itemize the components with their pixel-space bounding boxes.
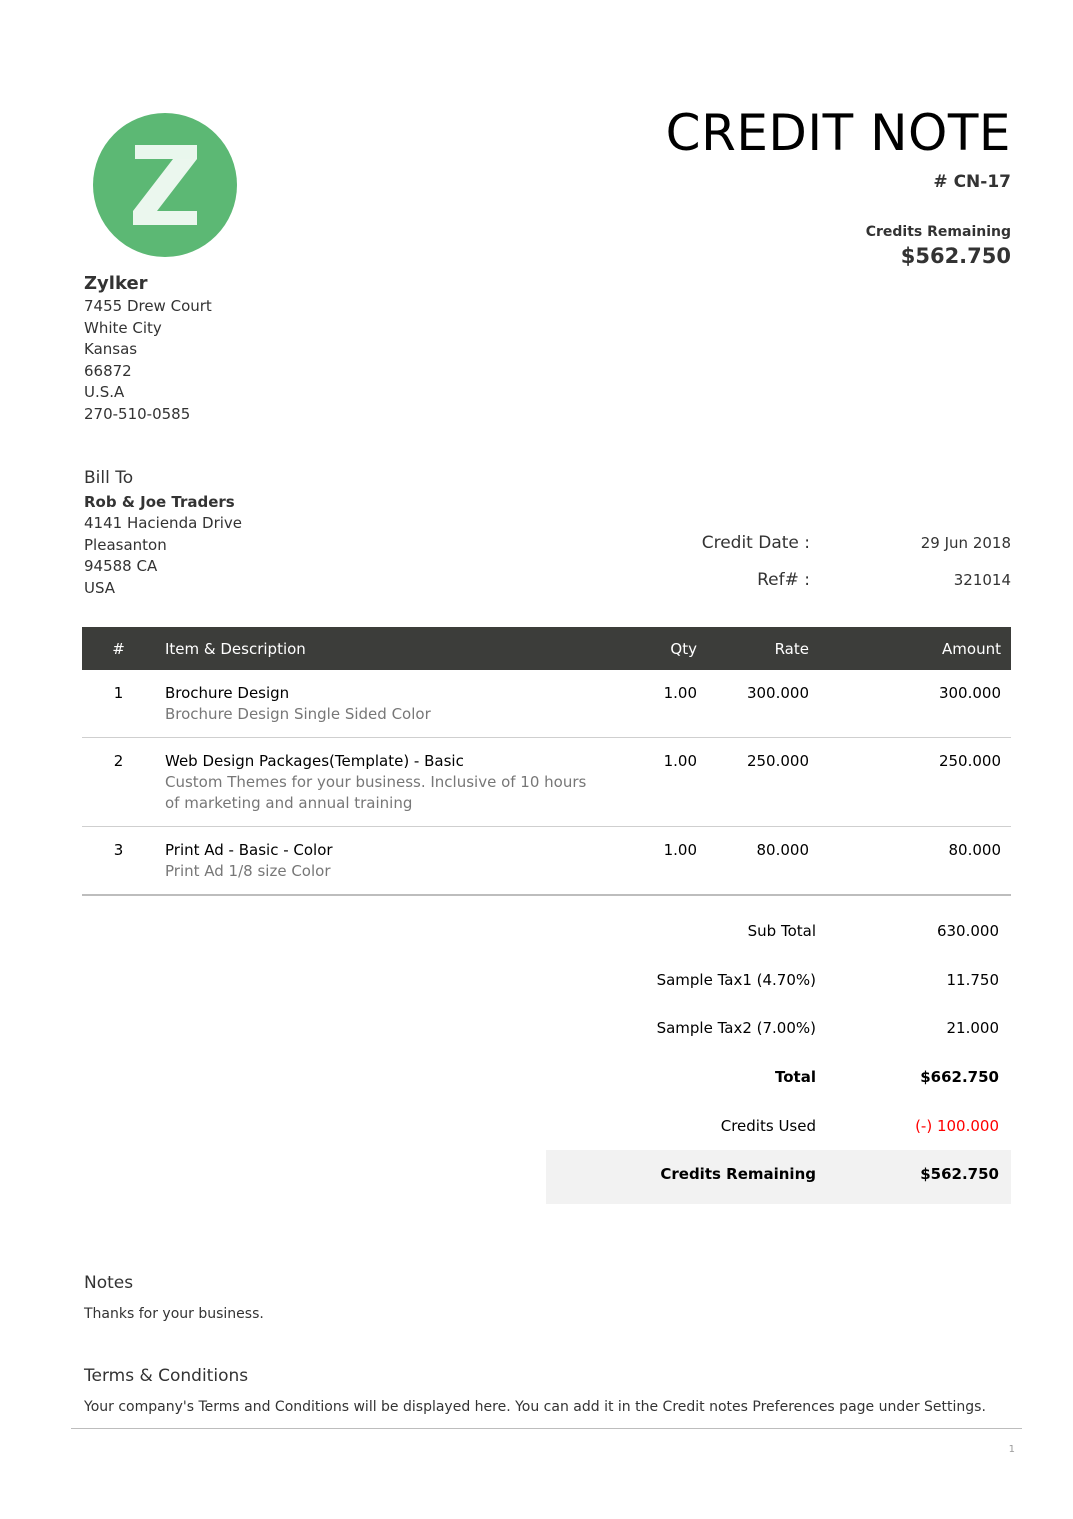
customer-name: Rob & Joe Traders [84,492,235,511]
customer-address-line: 4141 Hacienda Drive [84,514,243,532]
header-number: # [82,627,155,670]
credits-remaining-label: Credits Remaining [660,1165,816,1183]
row-item-description: Custom Themes for your business. Inclusi… [165,773,587,812]
row-amount: 80.000 [819,826,1011,896]
row-number: 3 [82,826,155,896]
table-row: 3 Print Ad - Basic - Color Print Ad 1/8 … [82,826,1011,896]
row-item-name: Web Design Packages(Template) - Basic [165,752,464,770]
tax1-row: Sample Tax1 (4.70%) 11.750 [546,959,1011,1007]
bill-to-label: Bill To [84,468,134,488]
credit-note-number: # CN-17 [933,172,1011,192]
row-number: 2 [82,737,155,827]
credits-remaining-value: $562.750 [920,1165,999,1183]
bill-to-block: Bill To Rob & Joe Traders 4141 Hacienda … [84,468,242,599]
header-rate: Rate [707,627,819,670]
row-qty: 1.00 [607,670,707,738]
row-amount: 250.000 [819,737,1011,827]
page-number: 1 [1008,1444,1015,1455]
row-item-cell: Print Ad - Basic - Color Print Ad 1/8 si… [155,826,607,896]
company-address-line: White City [84,318,162,337]
credit-date-label: Credit Date : [701,533,810,553]
row-item-name: Print Ad - Basic - Color [165,841,333,859]
row-item-cell: Web Design Packages(Template) - Basic Cu… [155,737,607,827]
terms-text: Your company's Terms and Conditions will… [84,1399,986,1415]
credit-note-page: CREDIT NOTE # CN-17 Credits Remaining $5… [0,0,1073,1519]
row-amount: 300.000 [819,670,1011,738]
document-title: CREDIT NOTE [665,104,1011,162]
row-qty: 1.00 [607,826,707,896]
tax2-label: Sample Tax2 (7.00%) [656,1019,816,1037]
ref-label: Ref# : [757,570,810,590]
row-item-description: Brochure Design Single Sided Color [165,705,431,723]
total-row: Total $662.750 [546,1056,1011,1104]
credits-remaining-header-label: Credits Remaining [865,224,1011,240]
table-row: 2 Web Design Packages(Template) - Basic … [82,737,1011,827]
row-item-description: Print Ad 1/8 size Color [165,862,331,880]
tax2-value: 21.000 [946,1019,1000,1037]
sub-total-value: 630.000 [936,922,999,940]
header-item-description: Item & Description [155,627,607,670]
line-items-table: # Item & Description Qty Rate Amount 1 B… [82,627,1011,896]
ref-value: 321014 [953,571,1011,589]
company-name: Zylker [84,273,148,294]
credits-remaining-header-amount: $562.750 [900,244,1011,268]
credits-used-value: (-) 100.000 [915,1117,999,1135]
row-qty: 1.00 [607,737,707,827]
header-qty: Qty [607,627,707,670]
table-row: 1 Brochure Design Brochure Design Single… [82,670,1011,738]
company-phone: 270-510-0585 [84,404,191,423]
zylker-z-logo-icon [93,113,237,257]
credits-used-row: Credits Used (-) 100.000 [546,1105,1011,1153]
footer-divider [71,1428,1022,1429]
row-item-name: Brochure Design [165,684,290,702]
company-address-block: Zylker 7455 Drew Court White City Kansas… [84,272,212,425]
row-rate: 300.000 [707,670,819,738]
terms-title: Terms & Conditions [84,1366,249,1386]
customer-address-line: 94588 CA [84,557,158,575]
table-header-row: # Item & Description Qty Rate Amount [82,627,1011,670]
credits-remaining-row: Credits Remaining $562.750 [546,1150,1011,1204]
notes-text: Thanks for your business. [84,1306,264,1322]
company-address-line: Kansas [84,340,138,358]
row-rate: 80.000 [707,826,819,896]
total-label: Total [775,1068,816,1086]
tax1-value: 11.750 [946,971,1000,989]
company-address-line: 7455 Drew Court [84,297,212,315]
customer-address-line: USA [84,578,116,597]
credit-date-value: 29 Jun 2018 [920,534,1011,552]
credits-used-label: Credits Used [720,1117,816,1135]
row-rate: 250.000 [707,737,819,827]
company-address-line: U.S.A [84,383,125,401]
tax2-row: Sample Tax2 (7.00%) 21.000 [546,1007,1011,1055]
company-address-line: 66872 [84,361,132,380]
tax1-label: Sample Tax1 (4.70%) [656,971,816,989]
header-amount: Amount [819,627,1011,670]
sub-total-row: Sub Total 630.000 [546,910,1011,958]
notes-title: Notes [84,1273,134,1293]
customer-address-line: Pleasanton [84,535,167,554]
row-number: 1 [82,670,155,738]
total-value: $662.750 [920,1068,999,1086]
row-item-cell: Brochure Design Brochure Design Single S… [155,670,607,738]
sub-total-label: Sub Total [747,922,816,940]
